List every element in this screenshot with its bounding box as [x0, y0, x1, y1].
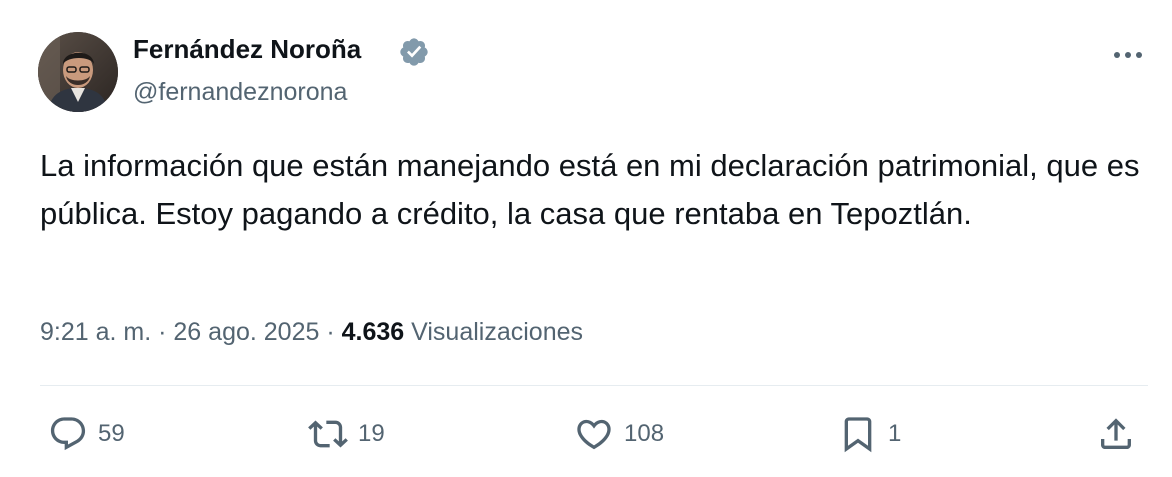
- meta-separator: ·: [326, 318, 335, 346]
- tweet-metadata: 9:21 a. m. · 26 ago. 2025 · 4.636 Visual…: [40, 314, 583, 350]
- more-options-icon[interactable]: [1108, 38, 1148, 68]
- author-name[interactable]: Fernández Noroña: [133, 32, 361, 66]
- verified-badge-icon[interactable]: [398, 36, 430, 68]
- reply-count: 59: [98, 420, 125, 447]
- share-button[interactable]: [1096, 414, 1136, 454]
- share-icon: [1101, 418, 1131, 449]
- meta-separator: ·: [158, 318, 167, 346]
- avatar-image: [38, 32, 118, 112]
- like-button[interactable]: 108: [574, 414, 664, 454]
- tweet-card: Fernández Noroña @fernandeznorona La inf…: [0, 0, 1172, 477]
- bookmark-count: 1: [888, 420, 902, 447]
- retweet-icon: [308, 420, 348, 448]
- views-count: 4.636: [341, 318, 405, 346]
- tweet-time[interactable]: 9:21 a. m.: [40, 318, 151, 346]
- tweet-text: La información que están manejando está …: [40, 148, 1140, 231]
- retweet-button[interactable]: 19: [308, 414, 385, 454]
- avatar[interactable]: [38, 32, 118, 112]
- bookmark-button[interactable]: 1: [838, 414, 901, 454]
- bookmark-icon: [844, 417, 872, 453]
- divider: [40, 385, 1148, 386]
- views-label: Visualizaciones: [411, 318, 584, 346]
- like-count: 108: [624, 420, 665, 447]
- heart-icon: [577, 419, 611, 450]
- tweet-date[interactable]: 26 ago. 2025: [173, 318, 319, 346]
- reply-button[interactable]: 59: [48, 414, 125, 454]
- reply-icon: [50, 417, 86, 451]
- author-handle[interactable]: @fernandeznorona: [133, 76, 347, 108]
- retweet-count: 19: [358, 420, 385, 447]
